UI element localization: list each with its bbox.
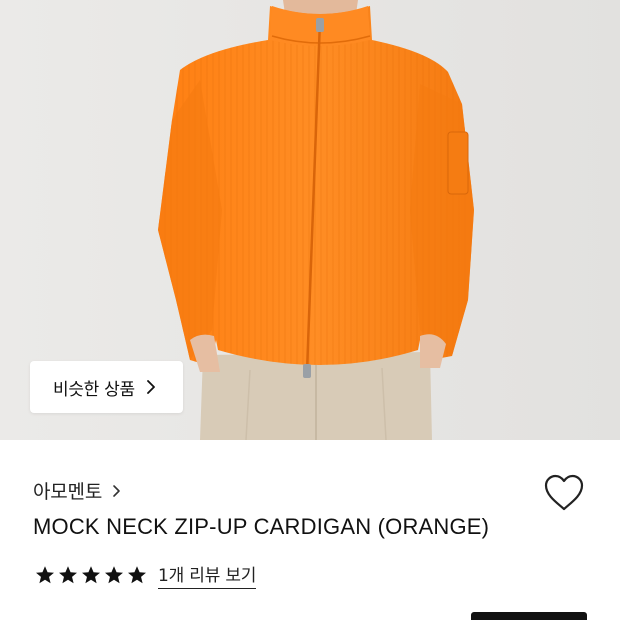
star-icon xyxy=(36,566,54,584)
chevron-right-icon xyxy=(146,380,155,394)
star-icon xyxy=(128,566,146,584)
chevron-right-icon xyxy=(113,484,120,497)
star-rating xyxy=(34,564,148,586)
star-icon xyxy=(59,566,77,584)
wishlist-heart-icon[interactable] xyxy=(542,472,586,514)
brand-name: 아모멘토 xyxy=(33,481,103,503)
star-icon xyxy=(82,566,100,584)
purchase-button-edge[interactable] xyxy=(471,612,587,620)
brand-link[interactable]: 아모멘토 xyxy=(33,477,122,504)
similar-products-label: 비슷한 상품 xyxy=(53,379,135,400)
product-image[interactable]: 비슷한 상품 xyxy=(0,0,620,440)
rating-row: 1개 리뷰 보기 xyxy=(34,561,256,589)
product-title: MOCK NECK ZIP-UP CARDIGAN (ORANGE) xyxy=(33,514,490,539)
view-reviews-link[interactable]: 1개 리뷰 보기 xyxy=(158,561,256,589)
similar-products-button[interactable]: 비슷한 상품 xyxy=(30,361,183,413)
star-icon xyxy=(105,566,123,584)
